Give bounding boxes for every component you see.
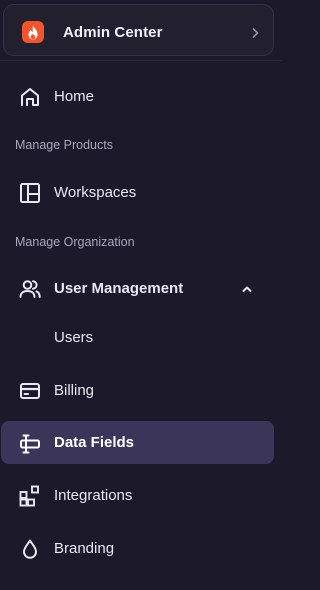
home-icon (21, 88, 39, 106)
nav-label-users: Users (54, 329, 94, 346)
nav-label-workspaces: Workspaces (54, 184, 137, 201)
section-heading-products: Manage Products (15, 138, 113, 152)
data-field-icon (20, 434, 40, 454)
nav-label-integrations: Integrations (54, 487, 133, 504)
divider (0, 60, 282, 61)
credit-card-icon (20, 383, 40, 399)
section-heading-organization: Manage Organization (15, 235, 135, 249)
users-icon (19, 280, 41, 298)
org-switcher[interactable]: Admin Center (3, 4, 274, 56)
nav-label-home: Home (54, 88, 95, 105)
nav-item-integrations[interactable]: Integrations (0, 473, 274, 517)
chevron-up-icon[interactable] (241, 284, 253, 294)
nav-item-billing[interactable]: Billing (0, 368, 274, 412)
integrations-icon (19, 485, 39, 507)
chevron-right-icon (252, 28, 259, 38)
nav-item-users[interactable]: Users (0, 315, 274, 359)
nav-label-user-management: User Management (54, 280, 184, 297)
nav-label-billing: Billing (54, 382, 95, 399)
nav-item-data-fields[interactable]: Data Fields (1, 421, 274, 464)
nav-item-branding[interactable]: Branding (0, 526, 274, 570)
nav-item-workspaces[interactable]: Workspaces (0, 170, 274, 214)
nav-item-user-management[interactable]: User Management (0, 266, 274, 310)
nav-label-data-fields: Data Fields (54, 434, 135, 451)
flame-icon (22, 21, 44, 43)
sidebar: Admin Center Home Manage Products Worksp… (0, 0, 282, 590)
droplet-icon (23, 539, 37, 559)
nav-item-home[interactable]: Home (0, 74, 274, 118)
org-name: Admin Center (63, 24, 163, 41)
nav-label-branding: Branding (54, 540, 115, 557)
layout-icon (20, 183, 40, 203)
